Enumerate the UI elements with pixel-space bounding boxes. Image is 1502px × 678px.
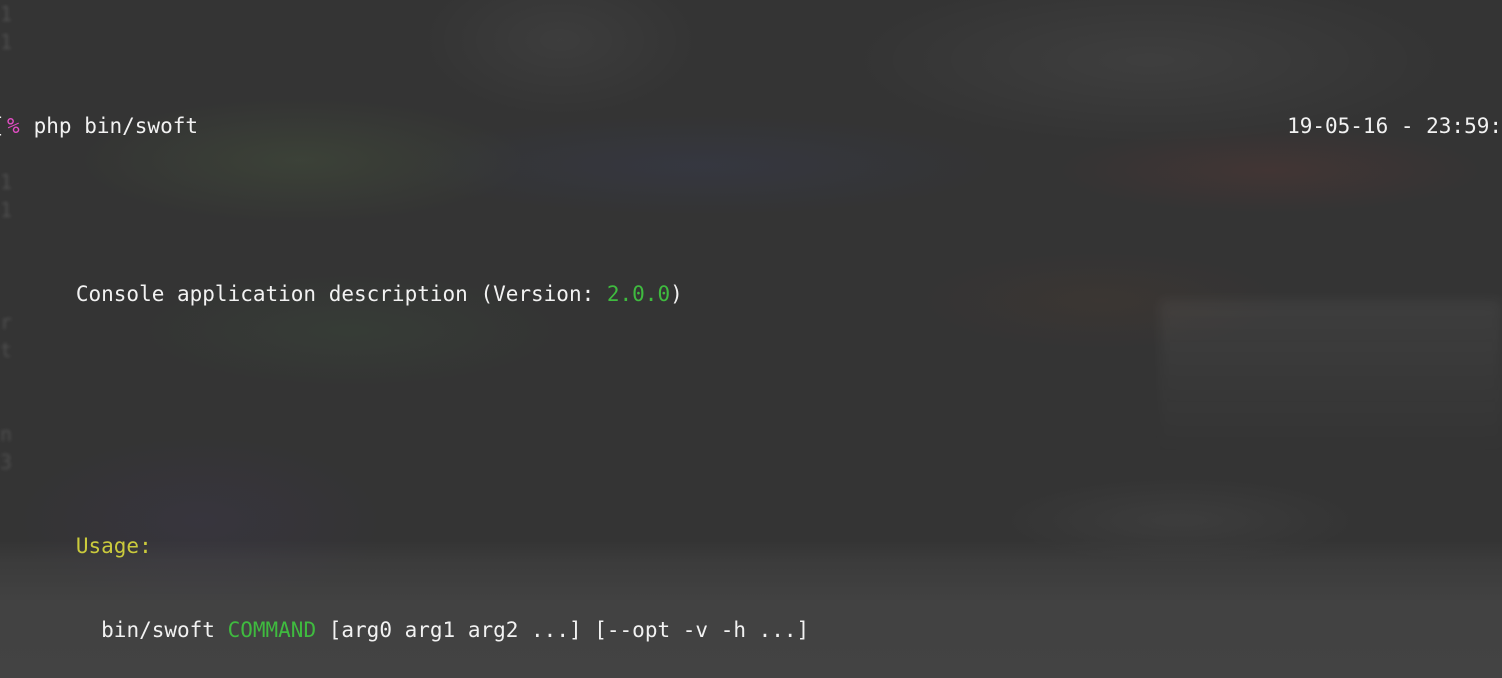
usage-heading: Usage: <box>0 504 1502 558</box>
app-version: 2.0.0 <box>606 282 671 306</box>
usage-command-token: COMMAND <box>227 618 317 642</box>
usage-line: bin/swoft COMMAND [arg0 arg1 arg2 ...] [… <box>0 588 1502 642</box>
prompt-command: php bin/swoft <box>21 114 199 138</box>
usage-heading-label: Usage: <box>75 534 152 558</box>
app-description-close: ) <box>670 282 683 306</box>
prompt-timestamp: 19-05-16 - 23:59: <box>1287 114 1502 138</box>
usage-binary: bin/swoft <box>101 618 228 642</box>
terminal-screen[interactable]: [ % php bin/swoft 19-05-16 - 23:59: Cons… <box>0 0 1502 678</box>
usage-indent <box>76 618 101 642</box>
prompt-line: [ % php bin/swoft 19-05-16 - 23:59: <box>0 112 1502 140</box>
app-description-text: Console application description (Version… <box>75 282 607 306</box>
prompt-bracket: [ <box>0 112 5 140</box>
app-description-line: Console application description (Version… <box>0 252 1502 306</box>
terminal-window[interactable]: 1 1 1 1 r t n 3 [ % php bin/swoft 19-05-… <box>0 0 1502 678</box>
prompt-symbol: % <box>7 114 20 138</box>
usage-args: [arg0 arg1 arg2 ...] [--opt -v -h ...] <box>316 618 810 642</box>
